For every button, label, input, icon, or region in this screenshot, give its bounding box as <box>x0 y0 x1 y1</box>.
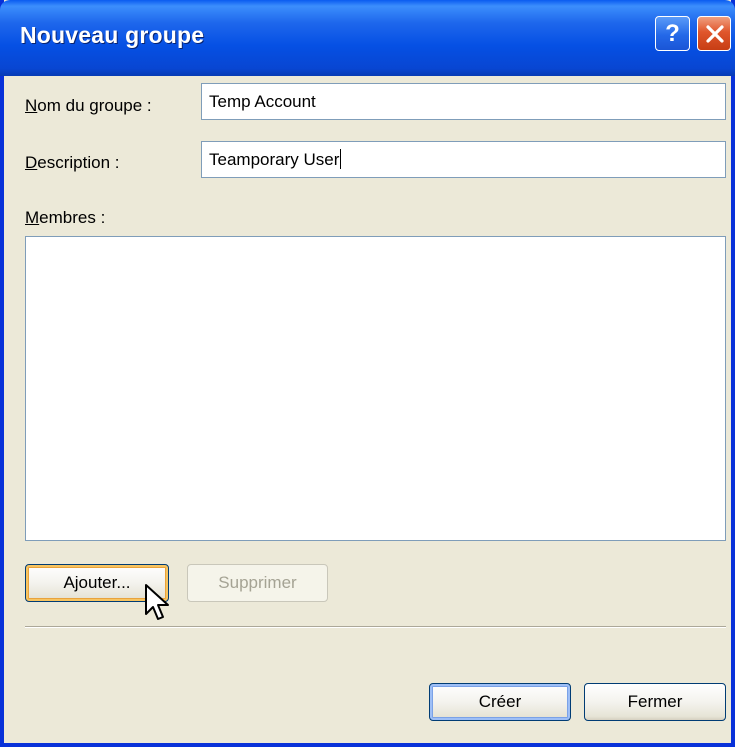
text-caret <box>340 149 342 169</box>
description-input[interactable]: Teamporary User <box>201 141 726 178</box>
members-label: Membres : <box>25 208 106 227</box>
close-icon <box>706 25 724 43</box>
remove-member-button[interactable]: Supprimer <box>187 564 328 602</box>
group-name-label: Nom du groupe : <box>25 96 152 115</box>
members-list[interactable] <box>25 236 726 541</box>
close-button-label: Fermer <box>627 692 683 711</box>
window-title: Nouveau groupe <box>20 22 205 48</box>
close-button[interactable]: Fermer <box>584 683 726 721</box>
group-name-value: Temp Account <box>209 92 316 111</box>
dialog-window: Nouveau groupe ? Nom du groupe : Temp Ac… <box>0 0 735 747</box>
description-value: Teamporary User <box>209 150 340 169</box>
close-window-button[interactable] <box>697 16 731 51</box>
help-button[interactable]: ? <box>655 16 690 51</box>
create-button[interactable]: Créer <box>429 683 571 721</box>
separator <box>25 626 726 628</box>
group-name-input[interactable]: Temp Account <box>201 83 726 120</box>
remove-button-label: Supprimer <box>218 573 297 592</box>
title-bar[interactable]: Nouveau groupe ? <box>0 0 735 76</box>
create-button-label: Créer <box>478 692 522 711</box>
help-icon: ? <box>665 20 680 47</box>
description-label: Description : <box>25 153 120 172</box>
add-button-label: Ajouter... <box>63 573 131 592</box>
mouse-pointer-icon <box>145 584 169 620</box>
